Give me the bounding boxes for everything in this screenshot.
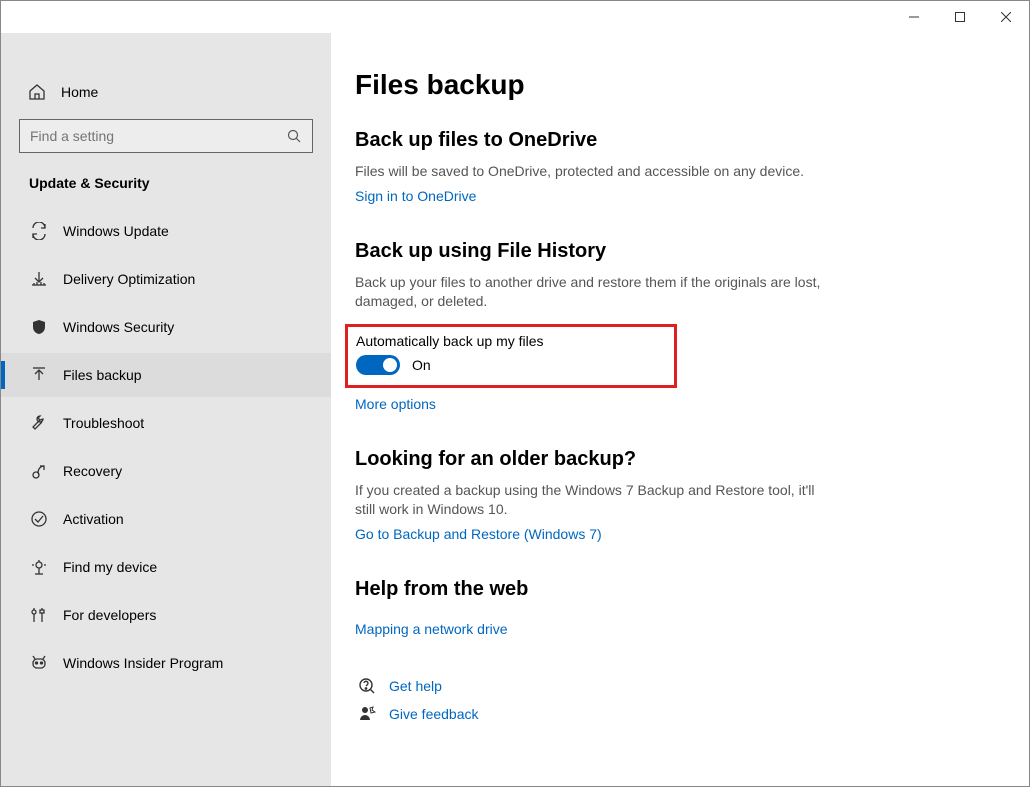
nav-for-developers[interactable]: For developers [1, 593, 331, 637]
download-icon [29, 270, 49, 288]
check-circle-icon [29, 510, 49, 528]
back-button[interactable] [9, 33, 49, 43]
onedrive-title: Back up files to OneDrive [355, 129, 835, 152]
sync-icon [29, 222, 49, 240]
nav-windows-security[interactable]: Windows Security [1, 305, 331, 349]
filehistory-section: Back up using File History Back up your … [355, 240, 835, 412]
search-box[interactable] [19, 119, 313, 153]
feedback-icon [355, 705, 379, 723]
nav-activation[interactable]: Activation [1, 497, 331, 541]
filehistory-desc: Back up your files to another drive and … [355, 273, 835, 312]
wrench-icon [29, 414, 49, 432]
nav-find-my-device[interactable]: Find my device [1, 545, 331, 589]
nav-label: Windows Insider Program [63, 655, 223, 671]
onedrive-section: Back up files to OneDrive Files will be … [355, 129, 835, 204]
recovery-icon [29, 462, 49, 480]
onedrive-desc: Files will be saved to OneDrive, protect… [355, 162, 835, 182]
backup-restore-link[interactable]: Go to Backup and Restore (Windows 7) [355, 526, 602, 542]
auto-backup-toggle[interactable] [356, 355, 400, 375]
toggle-state: On [412, 357, 431, 373]
shield-icon [29, 318, 49, 336]
nav-recovery[interactable]: Recovery [1, 449, 331, 493]
give-feedback-row[interactable]: Give feedback [355, 705, 835, 723]
nav-files-backup[interactable]: Files backup [1, 353, 331, 397]
nav-windows-insider[interactable]: Windows Insider Program [1, 641, 331, 685]
older-backup-section: Looking for an older backup? If you crea… [355, 448, 835, 542]
titlebar [1, 1, 1029, 33]
nav-troubleshoot[interactable]: Troubleshoot [1, 401, 331, 445]
get-help-row[interactable]: Get help [355, 677, 835, 695]
onedrive-signin-link[interactable]: Sign in to OneDrive [355, 188, 476, 204]
highlight-annotation: Automatically back up my files On [345, 324, 677, 388]
nav-label: Files backup [63, 367, 142, 383]
older-desc: If you created a backup using the Window… [355, 481, 835, 520]
nav-label: Troubleshoot [63, 415, 144, 431]
nav-label: Find my device [63, 559, 157, 575]
get-help-link[interactable]: Get help [389, 678, 442, 694]
nav-delivery-optimization[interactable]: Delivery Optimization [1, 257, 331, 301]
nav-label: Recovery [63, 463, 122, 479]
tools-icon [29, 606, 49, 624]
toggle-label: Automatically back up my files [356, 333, 544, 349]
search-input[interactable] [30, 128, 286, 144]
close-button[interactable] [983, 1, 1029, 33]
filehistory-title: Back up using File History [355, 240, 835, 263]
insider-icon [29, 654, 49, 672]
home-icon [27, 83, 47, 101]
more-options-link[interactable]: More options [355, 396, 436, 412]
help-icon [355, 677, 379, 695]
nav-windows-update[interactable]: Windows Update [1, 209, 331, 253]
maximize-button[interactable] [937, 1, 983, 33]
mapping-drive-link[interactable]: Mapping a network drive [355, 621, 508, 637]
nav-home-label: Home [61, 84, 98, 100]
give-feedback-link[interactable]: Give feedback [389, 706, 479, 722]
nav-label: Activation [63, 511, 124, 527]
nav-label: Windows Security [63, 319, 174, 335]
help-section: Help from the web Mapping a network driv… [355, 578, 835, 723]
older-title: Looking for an older backup? [355, 448, 835, 471]
category-heading: Update & Security [1, 167, 331, 209]
minimize-button[interactable] [891, 1, 937, 33]
location-icon [29, 558, 49, 576]
page-title: Files backup [355, 69, 1005, 101]
upload-icon [29, 366, 49, 384]
sidebar: Settings Home Update & Security Windows … [1, 33, 331, 786]
nav-label: Delivery Optimization [63, 271, 195, 287]
main-content: Files backup Back up files to OneDrive F… [331, 33, 1029, 786]
nav-label: Windows Update [63, 223, 169, 239]
help-title: Help from the web [355, 578, 835, 601]
nav-home[interactable]: Home [1, 73, 331, 111]
search-icon [286, 129, 302, 143]
nav-label: For developers [63, 607, 156, 623]
